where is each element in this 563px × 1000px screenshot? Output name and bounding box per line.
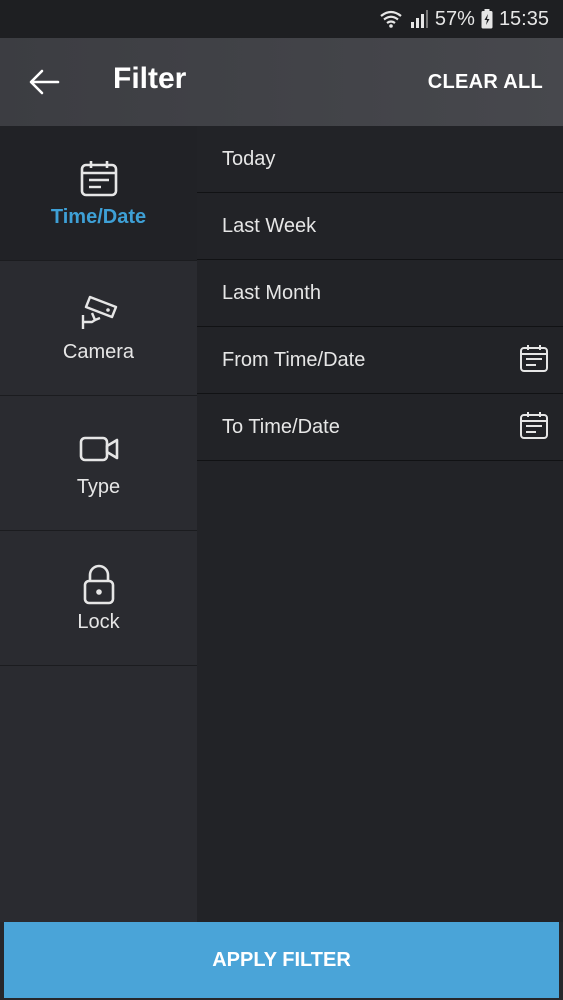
apply-filter-button[interactable]: APPLY FILTER <box>4 922 559 998</box>
status-bar: 57% 15:35 <box>0 0 563 38</box>
calendar-icon[interactable] <box>519 411 549 441</box>
arrow-left-icon <box>29 69 60 95</box>
battery-percent: 57% <box>434 7 475 30</box>
lock-icon <box>78 563 120 605</box>
calendar-icon[interactable] <box>519 344 549 374</box>
page-title: Filter <box>113 62 187 95</box>
category-camera[interactable]: Camera <box>0 261 197 396</box>
option-from-time-date[interactable]: From Time/Date <box>197 327 563 394</box>
apply-bar: APPLY FILTER <box>0 922 563 1000</box>
category-label: Time/Date <box>50 205 147 228</box>
category-time-date[interactable]: Time/Date <box>0 126 197 261</box>
option-last-month[interactable]: Last Month <box>197 260 563 327</box>
category-label: Type <box>76 475 121 498</box>
status-time: 15:35 <box>498 7 549 30</box>
option-label: From Time/Date <box>222 348 366 371</box>
category-label: Lock <box>77 610 120 633</box>
option-last-week[interactable]: Last Week <box>197 193 563 260</box>
back-button[interactable] <box>26 64 62 100</box>
signal-icon <box>409 9 429 29</box>
clear-all-button[interactable]: CLEAR ALL <box>428 71 543 94</box>
security-camera-icon <box>78 293 120 335</box>
wifi-icon <box>379 9 403 29</box>
option-label: Last Month <box>222 281 321 304</box>
option-label: Last Week <box>222 214 317 237</box>
filter-options-list: Today Last Week Last Month From Time/Dat… <box>197 126 563 922</box>
filter-category-sidebar: Time/Date Camera Type Lock <box>0 126 197 922</box>
category-lock[interactable]: Lock <box>0 531 197 666</box>
battery-icon <box>481 9 493 29</box>
category-label: Camera <box>62 340 135 363</box>
video-camera-icon <box>78 428 120 470</box>
option-to-time-date[interactable]: To Time/Date <box>197 394 563 461</box>
option-label: To Time/Date <box>222 415 340 438</box>
category-type[interactable]: Type <box>0 396 197 531</box>
calendar-icon <box>78 158 120 200</box>
option-today[interactable]: Today <box>197 126 563 193</box>
option-label: Today <box>222 147 276 170</box>
toolbar: Filter CLEAR ALL <box>0 38 563 126</box>
